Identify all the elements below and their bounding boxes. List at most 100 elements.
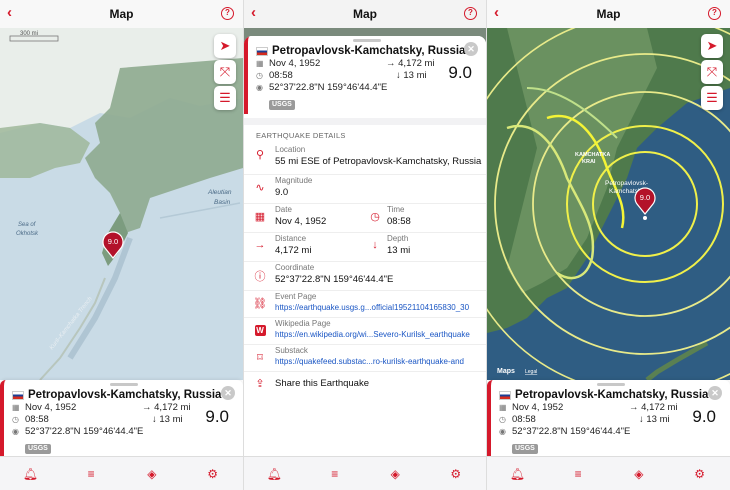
card-title-row: Petropavlovsk-Kamchatsky, Russia: [499, 389, 722, 401]
map-controls-zoom: ⤧: [214, 60, 236, 84]
help-icon[interactable]: ?: [464, 7, 477, 20]
distance-value: → 4,172 mi: [629, 402, 678, 413]
close-button[interactable]: ✕: [221, 386, 235, 400]
close-button[interactable]: ✕: [464, 42, 478, 56]
map-controls-zoom: ⤧: [701, 60, 723, 84]
distance-value: → 4,172 mi: [142, 402, 191, 413]
distance-label: Distance: [275, 234, 307, 243]
wikipedia-icon: W: [254, 325, 266, 336]
depth-text: 13 mi: [403, 70, 427, 81]
map-view[interactable]: 300 mi Sea of Okhotsk Aleutian Basin Kur…: [0, 28, 243, 380]
share-label[interactable]: Share this Earthquake: [275, 372, 486, 398]
wikipedia-link[interactable]: https://en.wikipedia.org/wi...Severo-Kur…: [275, 329, 486, 344]
map-view[interactable]: KAMCHATKA KRAI Petropavlovsk- Kamchatski…: [487, 28, 730, 380]
distance-text: 4,172 mi: [154, 402, 191, 413]
share-row[interactable]: ⇪ Share this Earthquake: [244, 372, 486, 396]
map-label-sea-line2: Okhotsk: [16, 231, 39, 237]
detail-substack[interactable]: ⌑ Substack https://quakefeed.substac...r…: [244, 345, 486, 372]
list-icon[interactable]: ≡: [79, 467, 103, 481]
date-row: ▦ Nov 4, 1952 → 4,172 mi: [256, 58, 478, 69]
time-detail-value: 08:58: [387, 216, 411, 227]
back-button[interactable]: ‹: [251, 5, 256, 21]
map-controls: ➤: [701, 34, 723, 58]
screen-earthquake-details: ‹ Map ? ✕ Petropavlovsk-Kamchatsky, Russ…: [243, 0, 487, 490]
list-icon[interactable]: ☰: [701, 86, 723, 110]
location-arrow-icon[interactable]: ➤: [701, 34, 723, 58]
detail-event-page[interactable]: ⛓ Event Page https://earthquake.usgs.g..…: [244, 291, 486, 318]
list-icon[interactable]: ☰: [214, 86, 236, 110]
location-pin-icon: ⚲: [255, 149, 265, 161]
coordinate-row: ◉ 52°37'22.8"N 159°46'44.4"E: [499, 426, 722, 437]
earthquake-card[interactable]: ✕ Petropavlovsk-Kamchatsky, Russia ▦ Nov …: [0, 380, 243, 456]
tab-bar: 🔔︎ ≡ ◈ ⚙: [487, 456, 730, 490]
russia-flag-icon: [499, 390, 511, 400]
expand-icon[interactable]: ⤧: [701, 60, 723, 84]
date-block: ▦ Date Nov 4, 1952: [244, 204, 365, 230]
depth-value: ↓ 13 mi: [639, 414, 670, 425]
earthquake-card[interactable]: ✕ Petropavlovsk-Kamchatsky, Russia ▦ Nov …: [487, 380, 730, 456]
settings-icon[interactable]: ⚙: [444, 467, 468, 481]
apple-maps-brand: Maps: [497, 368, 515, 375]
magnitude-label: Magnitude: [275, 176, 313, 185]
legal-link[interactable]: Legal: [525, 369, 537, 375]
section-header: EARTHQUAKE DETAILS: [256, 131, 346, 140]
bell-icon[interactable]: 🔔︎: [505, 467, 529, 481]
earthquake-card: ✕ Petropavlovsk-Kamchatsky, Russia ▦ Nov …: [244, 36, 486, 114]
magnitude-value: 9.0: [692, 407, 716, 426]
page-title: Map: [109, 7, 134, 21]
tab-bar: 🔔︎ ≡ ◈ ⚙: [0, 456, 243, 490]
detail-wikipedia[interactable]: W Wikipedia Page https://en.wikipedia.or…: [244, 318, 486, 345]
page-title: Map: [353, 7, 377, 21]
time-value: 08:58: [512, 414, 536, 425]
list-icon[interactable]: ≡: [323, 467, 347, 481]
bookmark-icon: ⌑: [257, 352, 263, 364]
map-region-label-line1: KAMCHATKA: [575, 152, 610, 158]
distance-text: 4,172 mi: [641, 402, 678, 413]
map-canvas[interactable]: KAMCHATKA KRAI Petropavlovsk- Kamchatski…: [487, 28, 730, 380]
sheet-grabber[interactable]: [109, 383, 138, 386]
bell-icon[interactable]: 🔔︎: [262, 467, 286, 481]
layers-icon[interactable]: ◈: [140, 467, 164, 481]
source-badge: USGS: [25, 444, 51, 454]
depth-text: 13 mi: [646, 414, 670, 425]
layers-icon[interactable]: ◈: [383, 467, 407, 481]
depth-detail-value: 13 mi: [387, 245, 411, 256]
expand-icon[interactable]: ⤧: [214, 60, 236, 84]
sheet-grabber[interactable]: [353, 39, 381, 42]
detail-distance-depth: → Distance 4,172 mi ↓ Depth 13 mi: [244, 233, 486, 262]
list-icon[interactable]: ≡: [566, 467, 590, 481]
pin-icon: ◉: [256, 83, 263, 92]
location-arrow-icon[interactable]: ➤: [214, 34, 236, 58]
date-value: Nov 4, 1952: [269, 58, 321, 69]
help-icon[interactable]: ?: [708, 7, 721, 20]
pin-icon: ◉: [12, 427, 19, 436]
calendar-icon: ▦: [254, 211, 266, 223]
clock-icon: ◷: [370, 211, 380, 223]
date-value: Nov 4, 1952: [512, 402, 564, 413]
layers-icon[interactable]: ◈: [627, 467, 651, 481]
depth-label: Depth: [387, 234, 409, 243]
russia-flag-icon: [256, 46, 268, 56]
page-title: Map: [596, 7, 621, 21]
bell-icon[interactable]: 🔔︎: [18, 467, 42, 481]
sheet-grabber[interactable]: [596, 383, 625, 386]
map-canvas[interactable]: 300 mi Sea of Okhotsk Aleutian Basin Kur…: [0, 28, 243, 380]
close-button[interactable]: ✕: [708, 386, 722, 400]
card-title-row: Petropavlovsk-Kamchatsky, Russia: [12, 389, 235, 401]
substack-link[interactable]: https://quakefeed.substac...ro-kurilsk-e…: [275, 356, 486, 371]
map-label-sea-line1: Sea of: [18, 222, 37, 228]
depth-value: ↓ 13 mi: [152, 414, 183, 425]
event-page-link[interactable]: https://earthquake.usgs.g...official1952…: [275, 302, 486, 317]
depth-text: 13 mi: [159, 414, 183, 425]
calendar-icon: ▦: [499, 403, 507, 412]
settings-icon[interactable]: ⚙: [201, 467, 225, 481]
help-icon[interactable]: ?: [221, 7, 234, 20]
settings-icon[interactable]: ⚙: [688, 467, 712, 481]
detail-sheet: ✕ Petropavlovsk-Kamchatsky, Russia ▦ Nov …: [244, 36, 486, 456]
back-button[interactable]: ‹: [7, 5, 12, 21]
detail-location: ⚲ Location 55 mi ESE of Petropavlovsk-Ka…: [244, 144, 486, 175]
location-label: Location: [275, 145, 306, 154]
tab-bar: 🔔︎ ≡ ◈ ⚙: [244, 456, 486, 490]
back-button[interactable]: ‹: [494, 5, 499, 21]
clock-icon: ◷: [256, 71, 263, 80]
